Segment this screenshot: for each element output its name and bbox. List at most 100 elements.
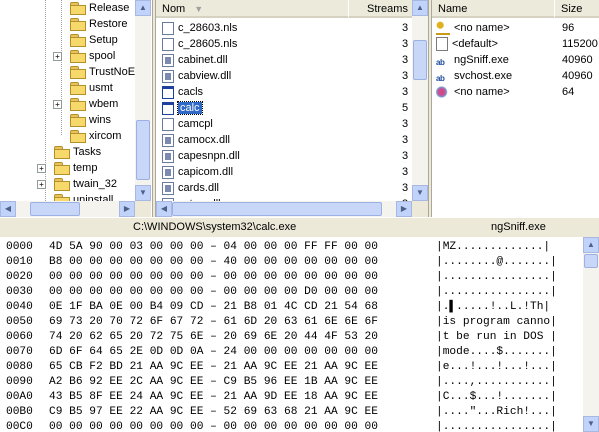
tree-item[interactable]: Setup [70,32,118,48]
column-header-name[interactable]: Nom ▼ [156,0,348,18]
hex-bytes[interactable]: A2 B6 92 EE 2C AA 9C EE – C9 B5 96 EE 1B… [49,375,378,390]
file-row[interactable]: calc 5 [162,100,410,116]
hex-bytes[interactable]: 74 20 62 65 20 72 75 6E – 20 69 6E 20 44… [49,330,378,345]
expand-icon[interactable]: + [37,180,46,189]
hex-bytes[interactable]: 0E 1F BA 0E 00 B4 09 CD – 21 B8 01 4C CD… [49,300,378,315]
hex-ascii[interactable]: |MZ.............| [436,240,550,255]
hex-ascii[interactable]: |C...$...!.......| [436,390,557,405]
tree-item[interactable]: + twain_32 [37,176,117,192]
scroll-down-icon[interactable]: ▼ [583,416,599,432]
hex-bytes[interactable]: 69 73 20 70 72 6F 67 72 – 61 6D 20 63 61… [49,315,378,330]
hex-ascii[interactable]: |................| [436,420,557,432]
hex-bytes[interactable]: B8 00 00 00 00 00 00 00 – 40 00 00 00 00… [49,255,378,270]
expand-icon[interactable]: + [53,100,62,109]
column-header-name[interactable]: Name [432,0,554,18]
file-row[interactable]: cabinet.dll 3 [162,52,410,68]
tree-item[interactable]: wins [70,112,111,128]
tree-item-label: Release [89,2,130,14]
hex-ascii[interactable]: |................| [436,270,557,285]
tree-item[interactable]: + wbem [53,96,118,112]
hex-bytes[interactable]: 4D 5A 90 00 03 00 00 00 – 04 00 00 00 FF… [49,240,378,255]
scroll-up-icon[interactable]: ▲ [583,237,599,253]
file-row[interactable]: c_28603.nls 3 [162,20,410,36]
file-row[interactable]: camcpl 3 [162,116,410,132]
scroll-left-icon[interactable]: ◀ [156,201,172,217]
file-row[interactable]: camocx.dll 3 [162,132,410,148]
tree-item[interactable]: Restore [70,16,128,32]
tree-item[interactable]: + spool [53,48,115,64]
scroll-left-icon[interactable]: ◀ [0,201,16,217]
tree-vertical-scrollbar[interactable]: ▲ ▼ [135,0,151,201]
stream-row[interactable]: <default> 115200 [436,36,598,52]
scroll-thumb[interactable] [584,254,598,268]
stream-list[interactable]: Name Size <no name> 96 <default> 115200 ab ng… [431,0,599,217]
hex-ascii[interactable]: |e...!...!...!...| [436,360,557,375]
file-row[interactable]: cacls 3 [162,84,410,100]
tree-item[interactable]: Release [70,0,129,16]
tree-item[interactable]: Tasks [54,144,101,160]
scroll-thumb[interactable] [172,202,382,216]
stream-size: 40960 [562,54,593,66]
file-row[interactable]: cards.dll 3 [162,180,410,196]
file-name: camocx.dll [178,134,230,146]
stream-row[interactable]: ab ngSniff.exe 40960 [436,52,596,68]
column-header-streams[interactable]: Streams [348,0,412,18]
folder-tree[interactable]: Release Restore Setup + spool TrustNoE usmt + wb… [0,0,153,217]
file-row[interactable]: c_28605.nls 3 [162,36,410,52]
hex-bytes[interactable]: 43 B5 8F EE 24 AA 9C EE – 21 AA 9D EE 18… [49,390,378,405]
folder-icon [70,82,86,96]
tree-item-label: xircom [89,130,122,142]
file-list[interactable]: Nom ▼ Streams c_28603.nls 3 c_28605.nls 3 ca… [155,0,429,217]
scroll-up-icon[interactable]: ▲ [135,0,151,16]
scroll-down-icon[interactable]: ▼ [412,185,428,201]
tree-horizontal-scrollbar[interactable]: ◀ ▶ [0,201,135,217]
folder-icon [54,178,70,192]
file-row[interactable]: capicom.dll 3 [162,164,410,180]
folder-icon [70,114,86,128]
tree-item[interactable]: TrustNoE [70,64,135,80]
scroll-thumb[interactable] [413,40,427,80]
hex-ascii[interactable]: |................| [436,285,557,300]
hex-ascii[interactable]: |........@.......| [436,255,557,270]
files-horizontal-scrollbar[interactable]: ◀ ▶ [156,201,412,217]
scroll-thumb[interactable] [136,120,150,180]
expand-icon[interactable]: + [53,52,62,61]
stream-name: <default> [452,38,498,50]
stream-row[interactable]: <no name> 96 [436,20,596,36]
hex-viewer[interactable]: 0000 4D 5A 90 00 03 00 00 00 – 04 00 00 0… [0,237,583,432]
stream-row[interactable]: <no name> 64 [436,84,596,100]
tree-item[interactable]: xircom [70,128,121,144]
hex-ascii[interactable]: |.▌.....!..L.!Th| [436,300,550,315]
expand-icon[interactable]: + [37,164,46,173]
hex-vertical-scrollbar[interactable]: ▲ ▼ [583,237,599,432]
hex-bytes[interactable]: C9 B5 97 EE 22 AA 9C EE – 52 69 63 68 21… [49,405,378,420]
stream-row[interactable]: ab svchost.exe 40960 [436,68,596,84]
file-row[interactable]: cabview.dll 3 [162,68,410,84]
hex-ascii[interactable]: |....,...........| [436,375,557,390]
folder-icon [70,130,86,144]
hex-offset: 0090 [6,376,33,388]
folder-icon [70,50,86,64]
tree-item[interactable]: + temp [37,160,97,176]
scroll-down-icon[interactable]: ▼ [135,185,151,201]
hex-bytes[interactable]: 00 00 00 00 00 00 00 00 – 00 00 00 00 D0… [49,285,378,300]
tree-item[interactable]: usmt [70,80,113,96]
binary-icon: ab [436,74,445,84]
hex-ascii[interactable]: |t be run in DOS | [436,330,557,345]
scroll-right-icon[interactable]: ▶ [396,201,412,217]
hex-bytes[interactable]: 00 00 00 00 00 00 00 00 – 00 00 00 00 00… [49,420,378,432]
stream-count: 3 [402,182,409,194]
scroll-right-icon[interactable]: ▶ [119,201,135,217]
hex-ascii[interactable]: |mode....$.......| [436,345,557,360]
files-vertical-scrollbar[interactable]: ▲ ▼ [412,0,428,201]
scroll-up-icon[interactable]: ▲ [412,0,428,16]
column-header-size[interactable]: Size [554,0,599,18]
hex-bytes[interactable]: 00 00 00 00 00 00 00 00 – 00 00 00 00 00… [49,270,378,285]
hex-ascii[interactable]: |...."...Rich!...| [436,405,557,420]
scroll-thumb[interactable] [30,202,80,216]
file-row[interactable]: capesnpn.dll 3 [162,148,410,164]
hex-ascii[interactable]: |is program canno| [436,315,557,330]
tree-item-label: usmt [89,82,113,94]
hex-bytes[interactable]: 6D 6F 64 65 2E 0D 0D 0A – 24 00 00 00 00… [49,345,378,360]
hex-bytes[interactable]: 65 CB F2 BD 21 AA 9C EE – 21 AA 9C EE 21… [49,360,378,375]
